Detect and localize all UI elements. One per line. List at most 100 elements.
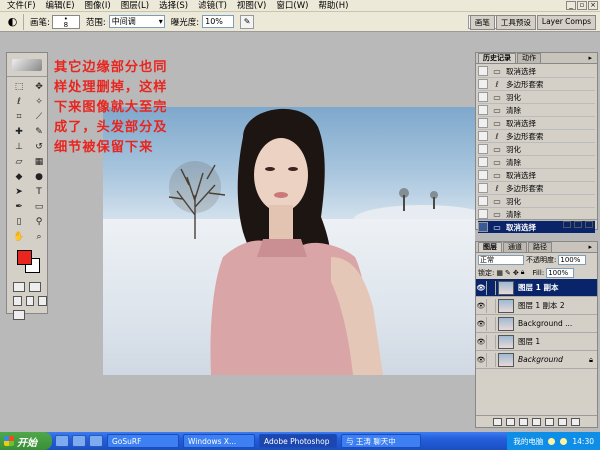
task-windows-explorer[interactable]: Windows X... (183, 434, 255, 448)
blur-tool-icon[interactable]: ◆ (10, 170, 28, 184)
history-item[interactable]: ▭ 羽化 (478, 195, 595, 208)
tab-tool-presets[interactable]: 工具预设 (495, 15, 536, 30)
lock-all-icon[interactable]: 🔒︎ (521, 268, 525, 277)
history-item[interactable]: ▭ 取消选择 (478, 169, 595, 182)
tab-actions[interactable]: 动作 (517, 53, 541, 63)
task-chat[interactable]: 与 王涛 聊天中 (341, 434, 421, 448)
standard-mode-icon[interactable] (13, 282, 25, 292)
history-checkbox[interactable] (478, 157, 488, 167)
healing-brush-tool-icon[interactable]: ✚ (10, 125, 28, 139)
quick-launch-media-icon[interactable] (89, 435, 103, 447)
history-item[interactable]: ▭ 取消选择 (478, 65, 595, 78)
task-gosurf[interactable]: GoSuRF (107, 434, 179, 448)
pen-tool-icon[interactable]: ✒ (10, 200, 28, 214)
link-slot[interactable] (486, 316, 496, 331)
close-icon[interactable]: × (588, 1, 598, 10)
panel-menu-icon[interactable]: ▸ (584, 54, 596, 63)
tab-brushes[interactable]: 画笔 (469, 15, 495, 30)
task-photoshop[interactable]: Adobe Photoshop (259, 434, 337, 448)
zoom-tool-icon[interactable]: ⌕ (30, 230, 48, 244)
tab-layer-comps[interactable]: Layer Comps (536, 15, 596, 30)
my-computer-label[interactable]: 我的电脑 (513, 436, 543, 447)
marquee-tool-icon[interactable]: ⬚ (10, 80, 28, 94)
history-item[interactable]: ▭ 清除 (478, 156, 595, 169)
range-select[interactable]: 中间调 (108, 15, 165, 28)
move-tool-icon[interactable]: ✥ (30, 80, 48, 94)
add-mask-icon[interactable] (519, 417, 528, 426)
lasso-tool-icon[interactable]: ℓ (10, 95, 28, 109)
layer-row[interactable]: 👁︎ 图层 1 副本 2 (476, 297, 597, 315)
history-item[interactable]: ℓ 多边形套索 (478, 182, 595, 195)
history-checkbox[interactable] (478, 144, 488, 154)
eye-icon[interactable]: 👁︎ (476, 338, 486, 346)
link-slot[interactable] (486, 352, 496, 367)
menu-edit[interactable]: 编辑(E) (41, 0, 80, 12)
delete-layer-icon[interactable] (571, 417, 580, 426)
screen-mode-full-icon[interactable] (38, 296, 48, 306)
gradient-tool-icon[interactable]: ▦ (30, 155, 48, 169)
tab-paths[interactable]: 路径 (528, 242, 552, 252)
shape-tool-icon[interactable]: ▭ (30, 200, 48, 214)
history-item[interactable]: ▭ 羽化 (478, 143, 595, 156)
quick-launch-ie-icon[interactable] (55, 435, 69, 447)
opacity-input[interactable]: 100% (558, 254, 587, 265)
menu-select[interactable]: 选择(S) (154, 0, 193, 12)
tab-layers[interactable]: 图层 (478, 242, 502, 252)
link-slot[interactable] (486, 298, 496, 313)
tab-history[interactable]: 历史记录 (478, 53, 516, 63)
new-document-icon[interactable] (563, 221, 571, 228)
new-set-icon[interactable] (532, 417, 541, 426)
new-layer-icon[interactable] (558, 417, 567, 426)
screen-mode-full-menu-icon[interactable] (25, 296, 35, 306)
jump-to-imageready-icon[interactable] (13, 310, 25, 320)
volume-icon[interactable] (560, 437, 568, 445)
path-selection-tool-icon[interactable]: ➤ (10, 185, 28, 199)
history-checkbox[interactable] (478, 79, 488, 89)
magic-wand-tool-icon[interactable]: ✧ (30, 95, 48, 109)
crop-tool-icon[interactable]: ⌗ (10, 110, 28, 124)
tool-preset-icon[interactable]: ◐ (2, 13, 24, 30)
layer-row[interactable]: 👁︎ 图层 1 (476, 333, 597, 351)
history-checkbox[interactable] (478, 170, 488, 180)
eye-icon[interactable]: 👁︎ (476, 320, 486, 328)
delete-icon[interactable] (585, 221, 593, 228)
history-checkbox[interactable] (478, 66, 488, 76)
eye-icon[interactable]: 👁︎ (476, 302, 486, 310)
link-slot[interactable] (486, 334, 496, 349)
history-item[interactable]: ℓ 多边形套索 (478, 78, 595, 91)
lock-paint-icon[interactable]: ✎ (505, 269, 511, 277)
history-checkbox[interactable] (478, 105, 488, 115)
history-checkbox[interactable] (478, 209, 488, 219)
hand-tool-icon[interactable]: ✋ (10, 230, 28, 244)
eye-icon[interactable]: 👁︎ (476, 284, 486, 292)
clone-stamp-tool-icon[interactable]: ⊥ (10, 140, 28, 154)
lock-transparency-icon[interactable]: ▦ (496, 269, 503, 277)
eyedropper-tool-icon[interactable]: ⚲ (30, 215, 48, 229)
screen-mode-standard-icon[interactable] (13, 296, 22, 306)
layer-style-icon[interactable] (506, 417, 515, 426)
brush-tool-icon[interactable]: ✎ (30, 125, 48, 139)
airbrush-icon[interactable]: ✎ (240, 14, 255, 29)
history-checkbox[interactable] (478, 131, 488, 141)
menu-file[interactable]: 文件(F) (2, 0, 41, 12)
history-checkbox[interactable] (478, 92, 488, 102)
new-snapshot-icon[interactable] (574, 221, 582, 228)
layer-row-active[interactable]: 👁︎ 图层 1 副本 (476, 279, 597, 297)
layer-row[interactable]: 👁︎ Background ... (476, 315, 597, 333)
clock[interactable]: 14:30 (572, 437, 594, 446)
minimize-icon[interactable]: _ (566, 1, 576, 10)
menu-view[interactable]: 视图(V) (232, 0, 271, 12)
quick-mask-icon[interactable] (29, 282, 41, 292)
blend-mode-select[interactable]: 正常 (478, 254, 524, 265)
quick-launch-desktop-icon[interactable] (72, 435, 86, 447)
history-checkbox[interactable] (478, 183, 488, 193)
eraser-tool-icon[interactable]: ▱ (10, 155, 28, 169)
menu-help[interactable]: 帮助(H) (313, 0, 353, 12)
menu-window[interactable]: 窗口(W) (271, 0, 313, 12)
link-slot[interactable] (486, 280, 496, 295)
brush-picker[interactable]: • 8 (51, 14, 80, 29)
history-brush-tool-icon[interactable]: ↺ (30, 140, 48, 154)
history-item[interactable]: ℓ 多边形套索 (478, 130, 595, 143)
tab-channels[interactable]: 通道 (503, 242, 527, 252)
type-tool-icon[interactable]: T (30, 185, 48, 199)
